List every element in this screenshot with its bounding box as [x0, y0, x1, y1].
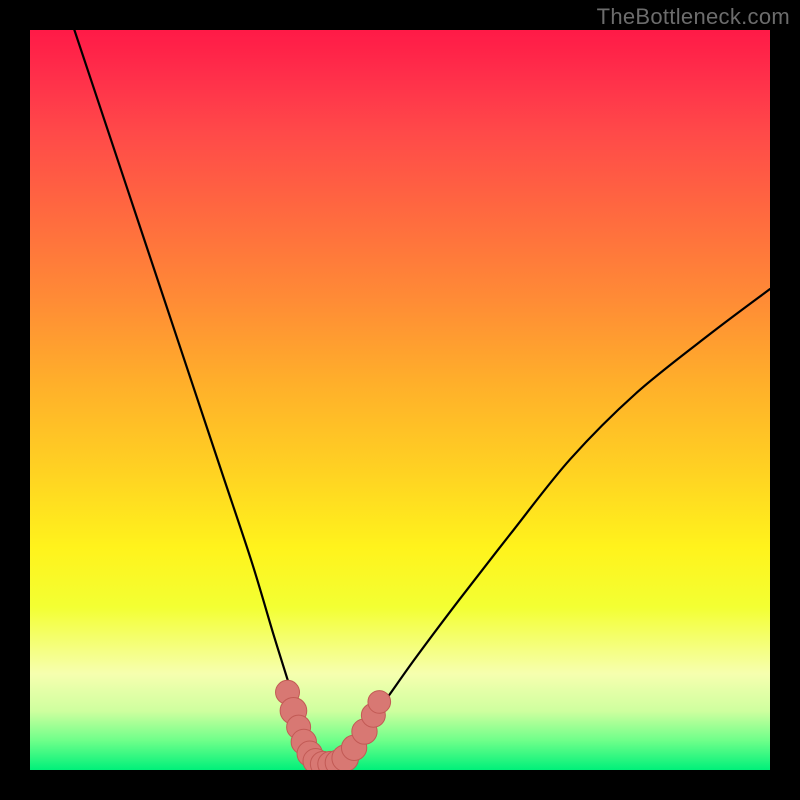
left-branch-curve	[74, 30, 320, 766]
bottleneck-minimum-markers	[276, 680, 391, 770]
marker-dot	[368, 691, 391, 714]
plot-area	[30, 30, 770, 770]
chart-frame: TheBottleneck.com	[0, 0, 800, 800]
watermark-text: TheBottleneck.com	[597, 4, 790, 30]
curve-layer	[30, 30, 770, 770]
